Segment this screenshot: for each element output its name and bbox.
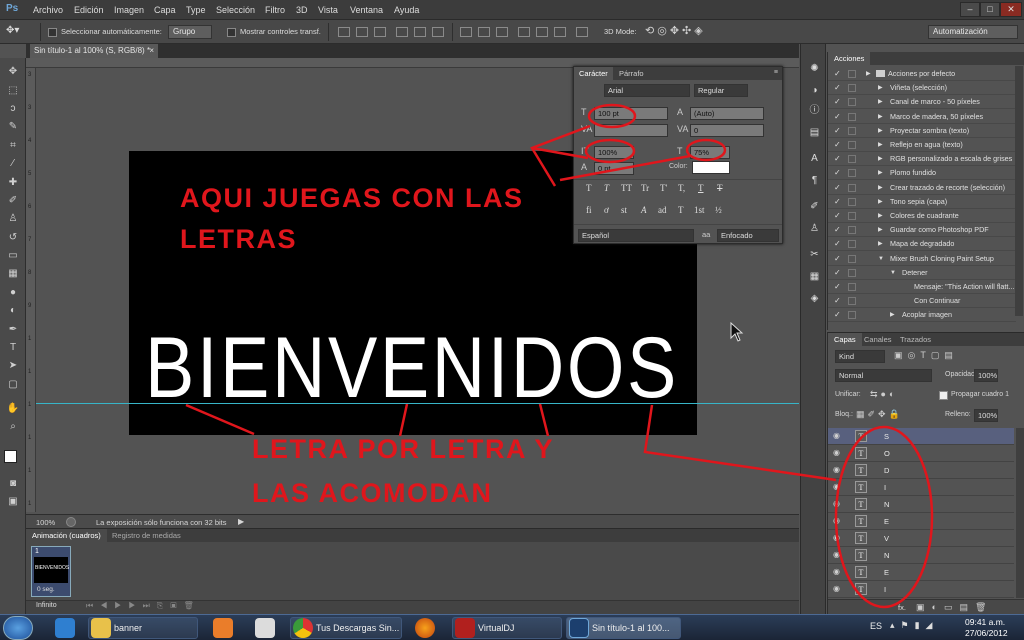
- annotation-circle-font-size: [587, 103, 637, 129]
- annotation-line-letter-3: [538, 403, 550, 437]
- annotation-line-to-layers: [643, 404, 837, 482]
- annotation-overlay: [185, 103, 934, 609]
- annotation-circle-horizontal-scale: [685, 138, 727, 162]
- annotation-line-scale: [531, 146, 589, 160]
- annotation-line-letter-1: [185, 403, 255, 436]
- annotation-circle-layers: [834, 425, 934, 609]
- annotation-circle-vertical-scale: [584, 138, 636, 164]
- annotation-line-letter-2: [398, 403, 409, 437]
